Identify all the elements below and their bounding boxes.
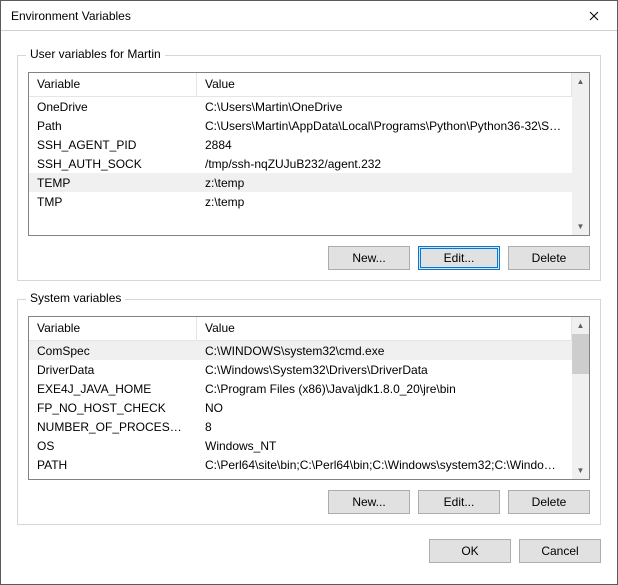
table-row[interactable]: DriverDataC:\Windows\System32\Drivers\Dr… <box>29 360 572 379</box>
close-icon <box>589 11 599 21</box>
cell-variable: ComSpec <box>29 343 197 359</box>
cell-variable: Path <box>29 118 197 134</box>
table-row[interactable]: FP_NO_HOST_CHECKNO <box>29 398 572 417</box>
cell-variable: OS <box>29 438 197 454</box>
cell-variable: EXE4J_JAVA_HOME <box>29 381 197 397</box>
cell-variable: TEMP <box>29 175 197 191</box>
cell-value: z:\temp <box>197 194 572 210</box>
column-value[interactable]: Value <box>197 73 572 96</box>
user-scrollbar[interactable]: ▲ ▼ <box>572 73 589 235</box>
system-variables-group: System variables Variable Value ComSpecC… <box>17 299 601 525</box>
scroll-track[interactable] <box>572 90 589 218</box>
cell-variable: SSH_AUTH_SOCK <box>29 156 197 172</box>
user-variables-list[interactable]: Variable Value OneDriveC:\Users\Martin\O… <box>28 72 590 236</box>
cell-variable: OneDrive <box>29 99 197 115</box>
cell-value: C:\Users\Martin\AppData\Local\Programs\P… <box>197 118 572 134</box>
user-list-header[interactable]: Variable Value <box>29 73 572 97</box>
table-row[interactable]: PathC:\Users\Martin\AppData\Local\Progra… <box>29 116 572 135</box>
user-delete-button[interactable]: Delete <box>508 246 590 270</box>
system-group-label: System variables <box>26 291 125 305</box>
system-scrollbar[interactable]: ▲ ▼ <box>572 317 589 479</box>
column-variable[interactable]: Variable <box>29 73 197 96</box>
table-row[interactable]: TEMPz:\temp <box>29 173 572 192</box>
system-list-header[interactable]: Variable Value <box>29 317 572 341</box>
cell-variable: SSH_AGENT_PID <box>29 137 197 153</box>
scroll-thumb[interactable] <box>572 334 589 374</box>
scroll-up-icon[interactable]: ▲ <box>572 73 589 90</box>
table-row[interactable]: EXE4J_JAVA_HOMEC:\Program Files (x86)\Ja… <box>29 379 572 398</box>
scroll-down-icon[interactable]: ▼ <box>572 218 589 235</box>
system-edit-button[interactable]: Edit... <box>418 490 500 514</box>
cell-value: C:\Perl64\site\bin;C:\Perl64\bin;C:\Wind… <box>197 457 572 473</box>
table-row[interactable]: OneDriveC:\Users\Martin\OneDrive <box>29 97 572 116</box>
cell-variable: TMP <box>29 194 197 210</box>
cell-value: C:\Users\Martin\OneDrive <box>197 99 572 115</box>
window-title: Environment Variables <box>11 9 571 23</box>
cell-value: 2884 <box>197 137 572 153</box>
table-row[interactable]: ComSpecC:\WINDOWS\system32\cmd.exe <box>29 341 572 360</box>
cell-value: /tmp/ssh-nqZUJuB232/agent.232 <box>197 156 572 172</box>
scroll-track[interactable] <box>572 374 589 462</box>
cell-value: Windows_NT <box>197 438 572 454</box>
cancel-button[interactable]: Cancel <box>519 539 601 563</box>
user-variables-group: User variables for Martin Variable Value… <box>17 55 601 281</box>
scroll-down-icon[interactable]: ▼ <box>572 462 589 479</box>
column-variable[interactable]: Variable <box>29 317 197 340</box>
cell-variable: NUMBER_OF_PROCESSORS <box>29 419 197 435</box>
cell-value: C:\Windows\System32\Drivers\DriverData <box>197 362 572 378</box>
system-delete-button[interactable]: Delete <box>508 490 590 514</box>
user-edit-button[interactable]: Edit... <box>418 246 500 270</box>
cell-variable: DriverData <box>29 362 197 378</box>
table-row[interactable]: NUMBER_OF_PROCESSORS8 <box>29 417 572 436</box>
title-bar[interactable]: Environment Variables <box>1 1 617 31</box>
cell-value: C:\WINDOWS\system32\cmd.exe <box>197 343 572 359</box>
dialog-content: User variables for Martin Variable Value… <box>1 31 617 575</box>
system-variables-list[interactable]: Variable Value ComSpecC:\WINDOWS\system3… <box>28 316 590 480</box>
cell-value: NO <box>197 400 572 416</box>
scroll-up-icon[interactable]: ▲ <box>572 317 589 334</box>
cell-value: C:\Program Files (x86)\Java\jdk1.8.0_20\… <box>197 381 572 397</box>
cell-value: z:\temp <box>197 175 572 191</box>
ok-button[interactable]: OK <box>429 539 511 563</box>
cell-variable: PATH <box>29 457 197 473</box>
cell-value: 8 <box>197 419 572 435</box>
table-row[interactable]: SSH_AUTH_SOCK/tmp/ssh-nqZUJuB232/agent.2… <box>29 154 572 173</box>
table-row[interactable]: TMPz:\temp <box>29 192 572 211</box>
table-row[interactable]: PATHC:\Perl64\site\bin;C:\Perl64\bin;C:\… <box>29 455 572 474</box>
cell-variable: FP_NO_HOST_CHECK <box>29 400 197 416</box>
user-new-button[interactable]: New... <box>328 246 410 270</box>
table-row[interactable]: OSWindows_NT <box>29 436 572 455</box>
table-row[interactable]: SSH_AGENT_PID2884 <box>29 135 572 154</box>
close-button[interactable] <box>571 1 617 31</box>
system-new-button[interactable]: New... <box>328 490 410 514</box>
user-group-label: User variables for Martin <box>26 47 165 61</box>
column-value[interactable]: Value <box>197 317 572 340</box>
